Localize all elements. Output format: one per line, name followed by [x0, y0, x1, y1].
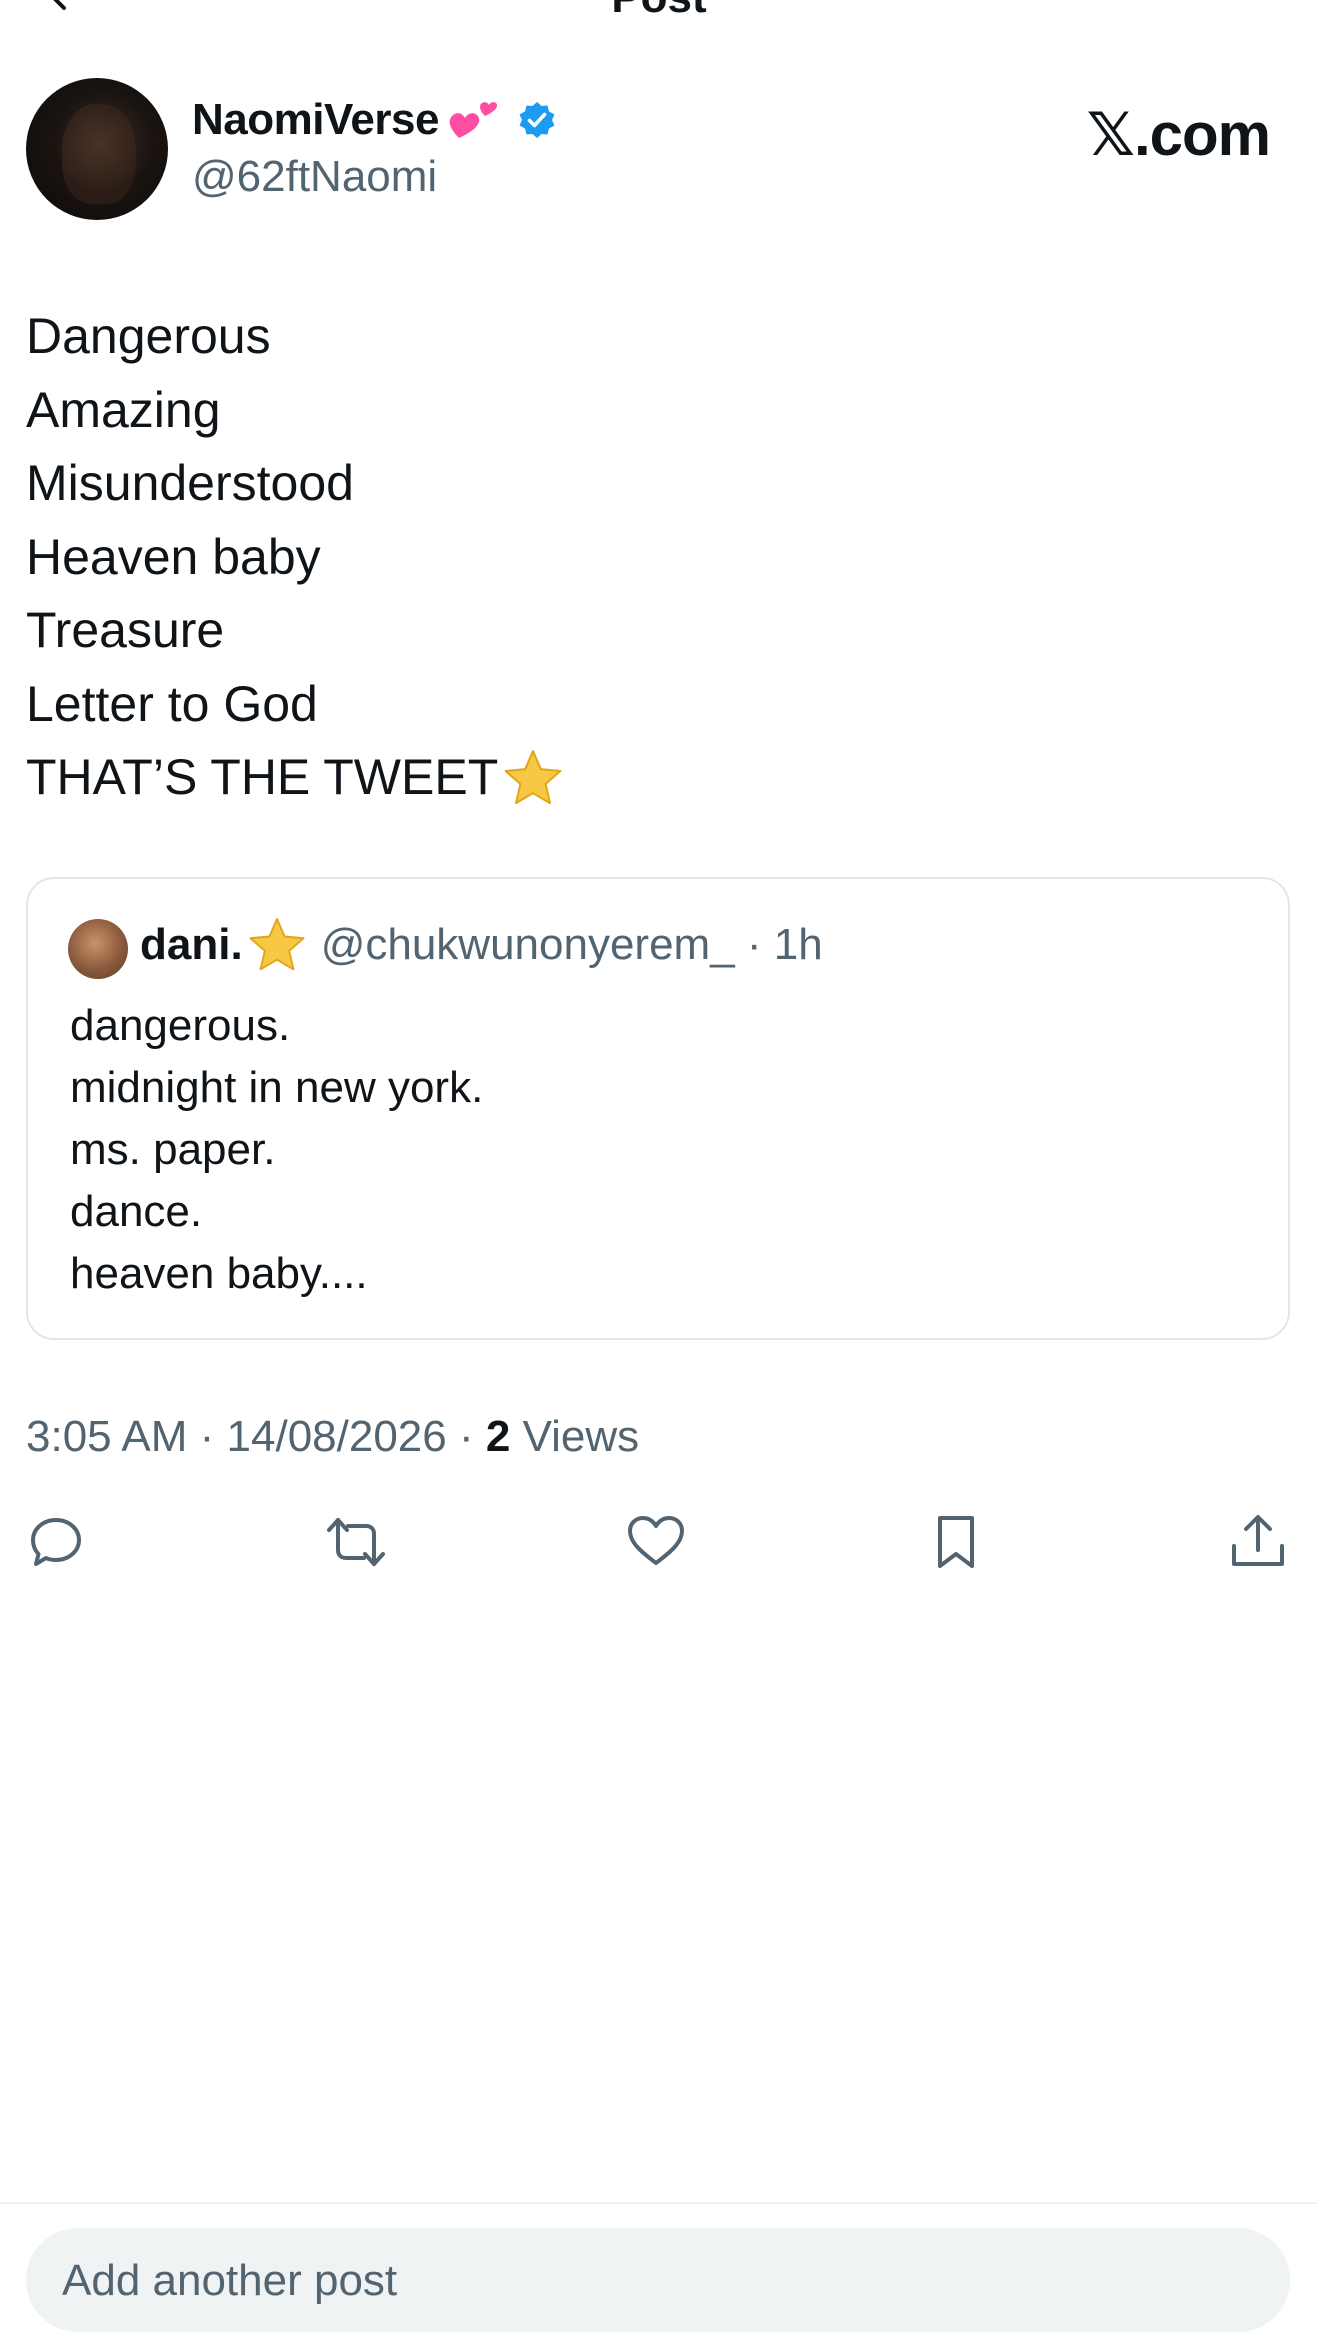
tweet-line: Heaven baby	[26, 528, 321, 585]
quoted-line: dangerous.	[70, 1001, 291, 1050]
two-hearts-icon	[449, 102, 498, 138]
composer-divider	[0, 2202, 1318, 2204]
quoted-author-name[interactable]: dani.	[140, 920, 243, 970]
post-metadata: 3:05 AM · 14/08/2026 · 2 Views	[26, 1412, 639, 1462]
action-bar	[0, 1510, 1318, 1580]
quoted-line: midnight in new york.	[70, 1063, 484, 1112]
author-display-name[interactable]: NaomiVerse	[192, 95, 439, 145]
share-icon[interactable]	[1226, 1510, 1290, 1574]
page-title: Post	[0, 0, 1318, 20]
tweet-line: Amazing	[26, 381, 221, 438]
views-label[interactable]: Views	[510, 1412, 640, 1461]
author-avatar[interactable]	[26, 78, 168, 220]
tweet-line: Treasure	[26, 602, 225, 658]
bookmark-icon[interactable]	[924, 1510, 988, 1574]
quoted-line: ms. paper.	[70, 1125, 276, 1174]
star-icon	[504, 749, 562, 804]
tweet-line: Dangerous	[26, 308, 271, 364]
top-nav-bar: Post	[0, 0, 1318, 20]
quoted-post-card[interactable]: dani. @chukwunonyerem_ · 1h dangerous. m…	[26, 877, 1290, 1340]
tweet-line: Letter to God	[26, 675, 318, 732]
tweet-line-text: THAT’S THE TWEET	[26, 749, 499, 805]
author-handle[interactable]: @62ftNaomi	[192, 152, 437, 202]
quoted-line: dance.	[70, 1187, 203, 1236]
quoted-author-handle-time: @chukwunonyerem_ · 1h	[320, 920, 823, 969]
verified-badge-icon	[519, 102, 555, 138]
quoted-line: heaven baby....	[70, 1249, 368, 1298]
brand-watermark: 𝕏.com	[1086, 101, 1271, 168]
reply-composer-input[interactable]: Add another post	[26, 2228, 1290, 2332]
tweet-line-last: THAT’S THE TWEET	[26, 741, 564, 815]
quoted-author-avatar[interactable]	[68, 919, 128, 979]
author-name-row[interactable]: NaomiVerse	[192, 92, 557, 148]
tweet-text: Dangerous Amazing Misunderstood Heaven b…	[26, 300, 564, 815]
views-count: 2	[485, 1412, 511, 1461]
quoted-post-text: dangerous. midnight in new york. ms. pap…	[70, 995, 483, 1305]
composer-placeholder: Add another post	[62, 2256, 398, 2305]
repost-icon[interactable]	[324, 1510, 388, 1574]
post-timestamp: 3:05 AM · 14/08/2026 ·	[26, 1412, 486, 1461]
tweet-line: Misunderstood	[26, 455, 354, 511]
like-heart-icon[interactable]	[624, 1510, 688, 1574]
quoted-post-header: dani. @chukwunonyerem_ · 1h	[140, 915, 823, 975]
star-icon	[249, 918, 305, 971]
reply-icon[interactable]	[24, 1510, 88, 1574]
